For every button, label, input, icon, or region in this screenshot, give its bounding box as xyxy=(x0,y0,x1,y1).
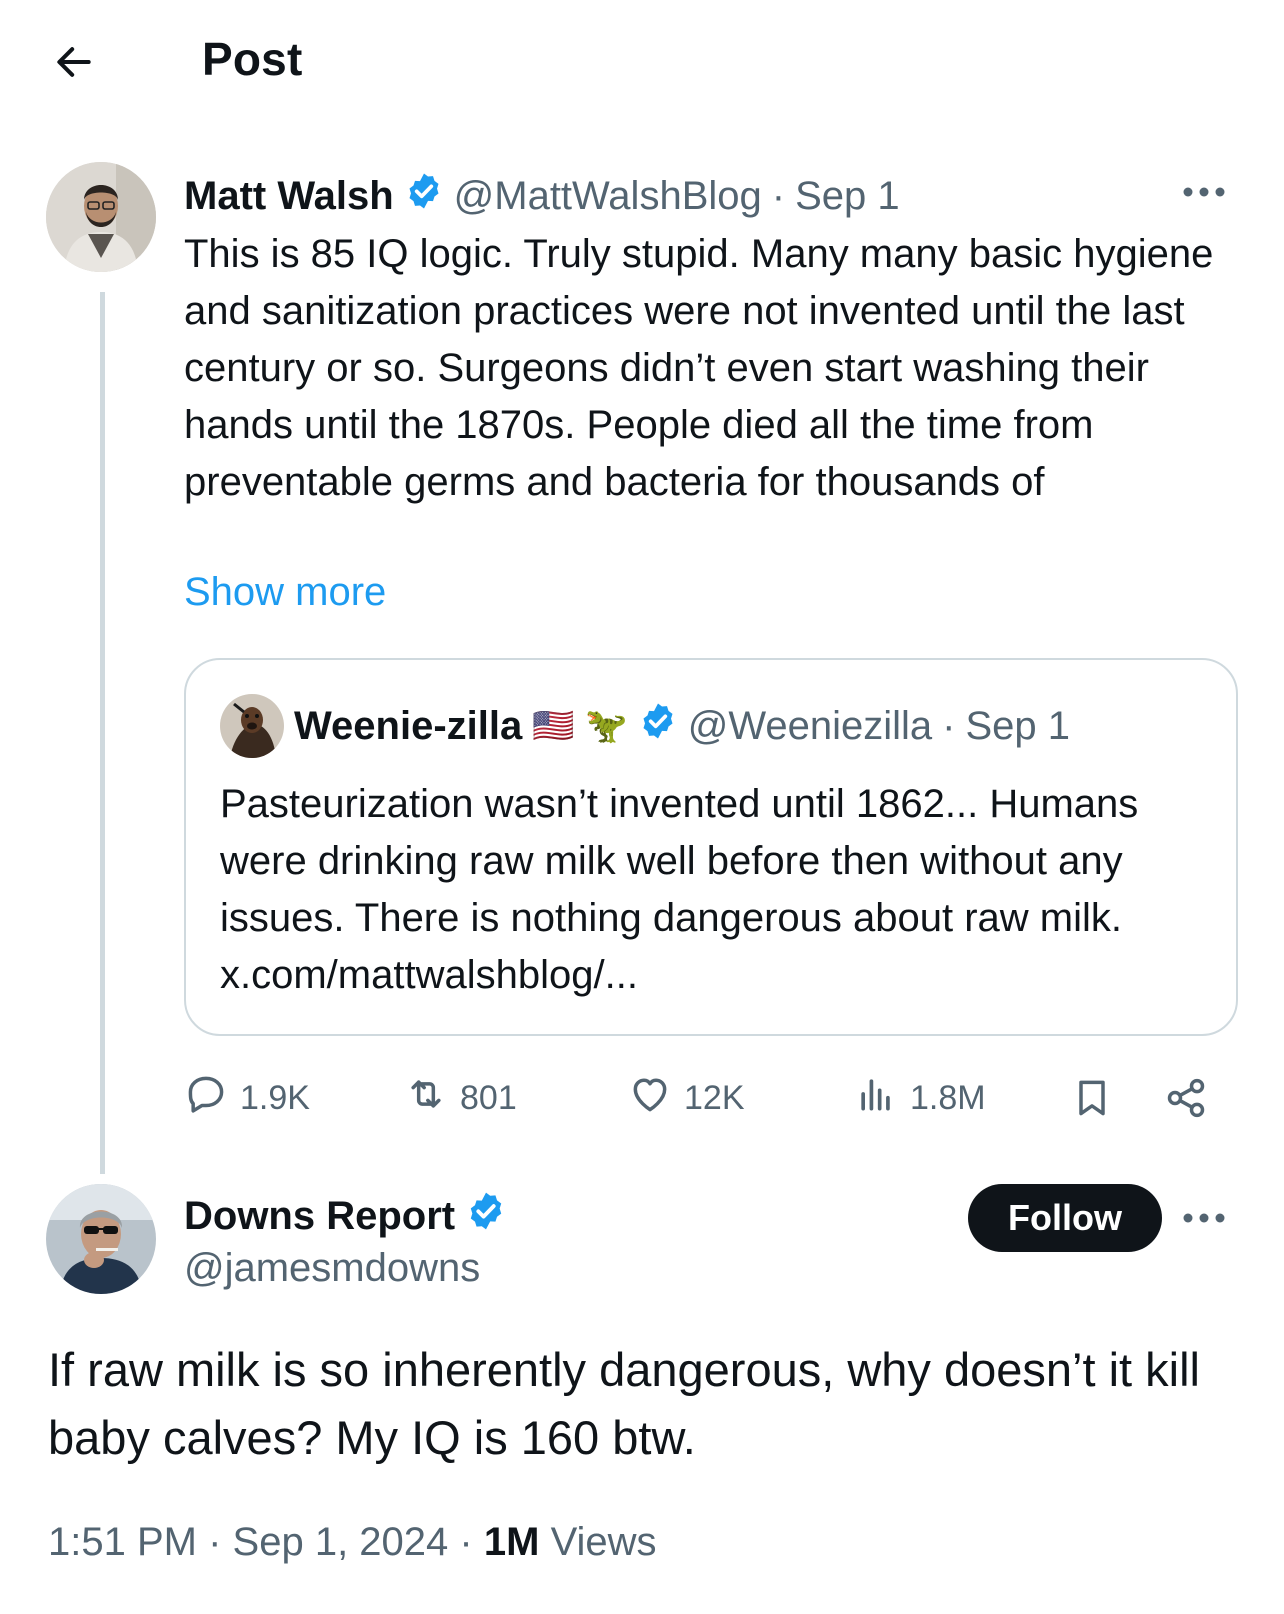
quoted-author-name[interactable]: Weenie-zilla xyxy=(294,704,522,749)
header-separator: · xyxy=(942,703,956,748)
author-emoji-flags: 🇺🇸 🦖 xyxy=(532,706,628,746)
avatar-downs-report[interactable] xyxy=(46,1184,156,1294)
views-label: Views xyxy=(550,1520,657,1564)
tweet-action-bar: 1.9K 801 12K 1.8M xyxy=(184,1068,1244,1128)
top-bar: Post xyxy=(0,0,1284,120)
page-title: Post xyxy=(202,33,303,85)
share-icon[interactable] xyxy=(1164,1068,1208,1128)
views-chart-icon xyxy=(854,1072,898,1125)
verified-badge-icon xyxy=(638,701,678,751)
reply-tweet-text: If raw milk is so inherently dangerous, … xyxy=(48,1343,1200,1464)
parent-tweet-header: Matt Walsh @MattWalshBlog · Sep 1 xyxy=(184,170,900,222)
repost-icon xyxy=(404,1072,448,1125)
back-arrow-icon[interactable] xyxy=(48,36,100,88)
header-separator: · xyxy=(771,173,786,218)
quoted-tweet-header: Weenie-zilla 🇺🇸 🦖 @Weeniezilla · Sep 1 xyxy=(220,694,1070,758)
quoted-tweet-text: Pasteurization wasn’t invented until 186… xyxy=(220,782,1139,997)
more-dots-icon[interactable] xyxy=(1176,172,1232,212)
reply-count: 1.9K xyxy=(240,1078,310,1117)
like-count: 12K xyxy=(684,1078,745,1117)
avatar-matt-walsh[interactable] xyxy=(46,162,156,272)
like-button[interactable]: 12K xyxy=(628,1068,745,1128)
quoted-tweet-card[interactable]: Weenie-zilla 🇺🇸 🦖 @Weeniezilla · Sep 1 P… xyxy=(184,658,1238,1036)
reply-author-header: Downs Report xyxy=(184,1190,507,1242)
more-dots-icon[interactable] xyxy=(1176,1198,1232,1238)
views-total: 1M xyxy=(483,1520,540,1564)
avatar-weenie-zilla xyxy=(220,694,284,758)
heart-icon xyxy=(628,1072,672,1125)
quoted-tweet-date: Sep 1 xyxy=(965,703,1070,748)
meta-separator: · xyxy=(459,1520,473,1564)
bookmark-icon[interactable] xyxy=(1070,1068,1114,1128)
show-more-link[interactable]: Show more xyxy=(184,570,386,615)
views-button[interactable]: 1.8M xyxy=(854,1068,986,1128)
parent-tweet-text: This is 85 IQ logic. Truly stupid. Many … xyxy=(184,232,1214,504)
reply-author-name[interactable]: Downs Report xyxy=(184,1194,455,1239)
follow-button[interactable]: Follow xyxy=(968,1184,1162,1252)
tweet-time[interactable]: 1:51 PM xyxy=(48,1520,197,1564)
thread-connector-line xyxy=(100,292,105,1174)
parent-tweet-date[interactable]: Sep 1 xyxy=(795,174,900,219)
views-count: 1.8M xyxy=(910,1078,986,1117)
repost-count: 801 xyxy=(460,1078,517,1117)
reply-author-handle[interactable]: @jamesmdowns xyxy=(184,1246,480,1291)
reply-button[interactable]: 1.9K xyxy=(184,1068,310,1128)
repost-button[interactable]: 801 xyxy=(404,1068,517,1128)
tweet-date[interactable]: Sep 1, 2024 xyxy=(233,1520,449,1564)
verified-badge-icon xyxy=(404,171,444,221)
parent-author-handle[interactable]: @MattWalshBlog xyxy=(454,174,762,219)
quoted-author-handle[interactable]: @Weeniezilla xyxy=(688,704,932,749)
verified-badge-icon xyxy=(465,1190,507,1242)
tweet-metadata: 1:51 PM · Sep 1, 2024 · 1M Views xyxy=(48,1520,657,1565)
meta-separator: · xyxy=(208,1520,222,1564)
parent-author-name[interactable]: Matt Walsh xyxy=(184,174,394,219)
reply-icon xyxy=(184,1072,228,1125)
